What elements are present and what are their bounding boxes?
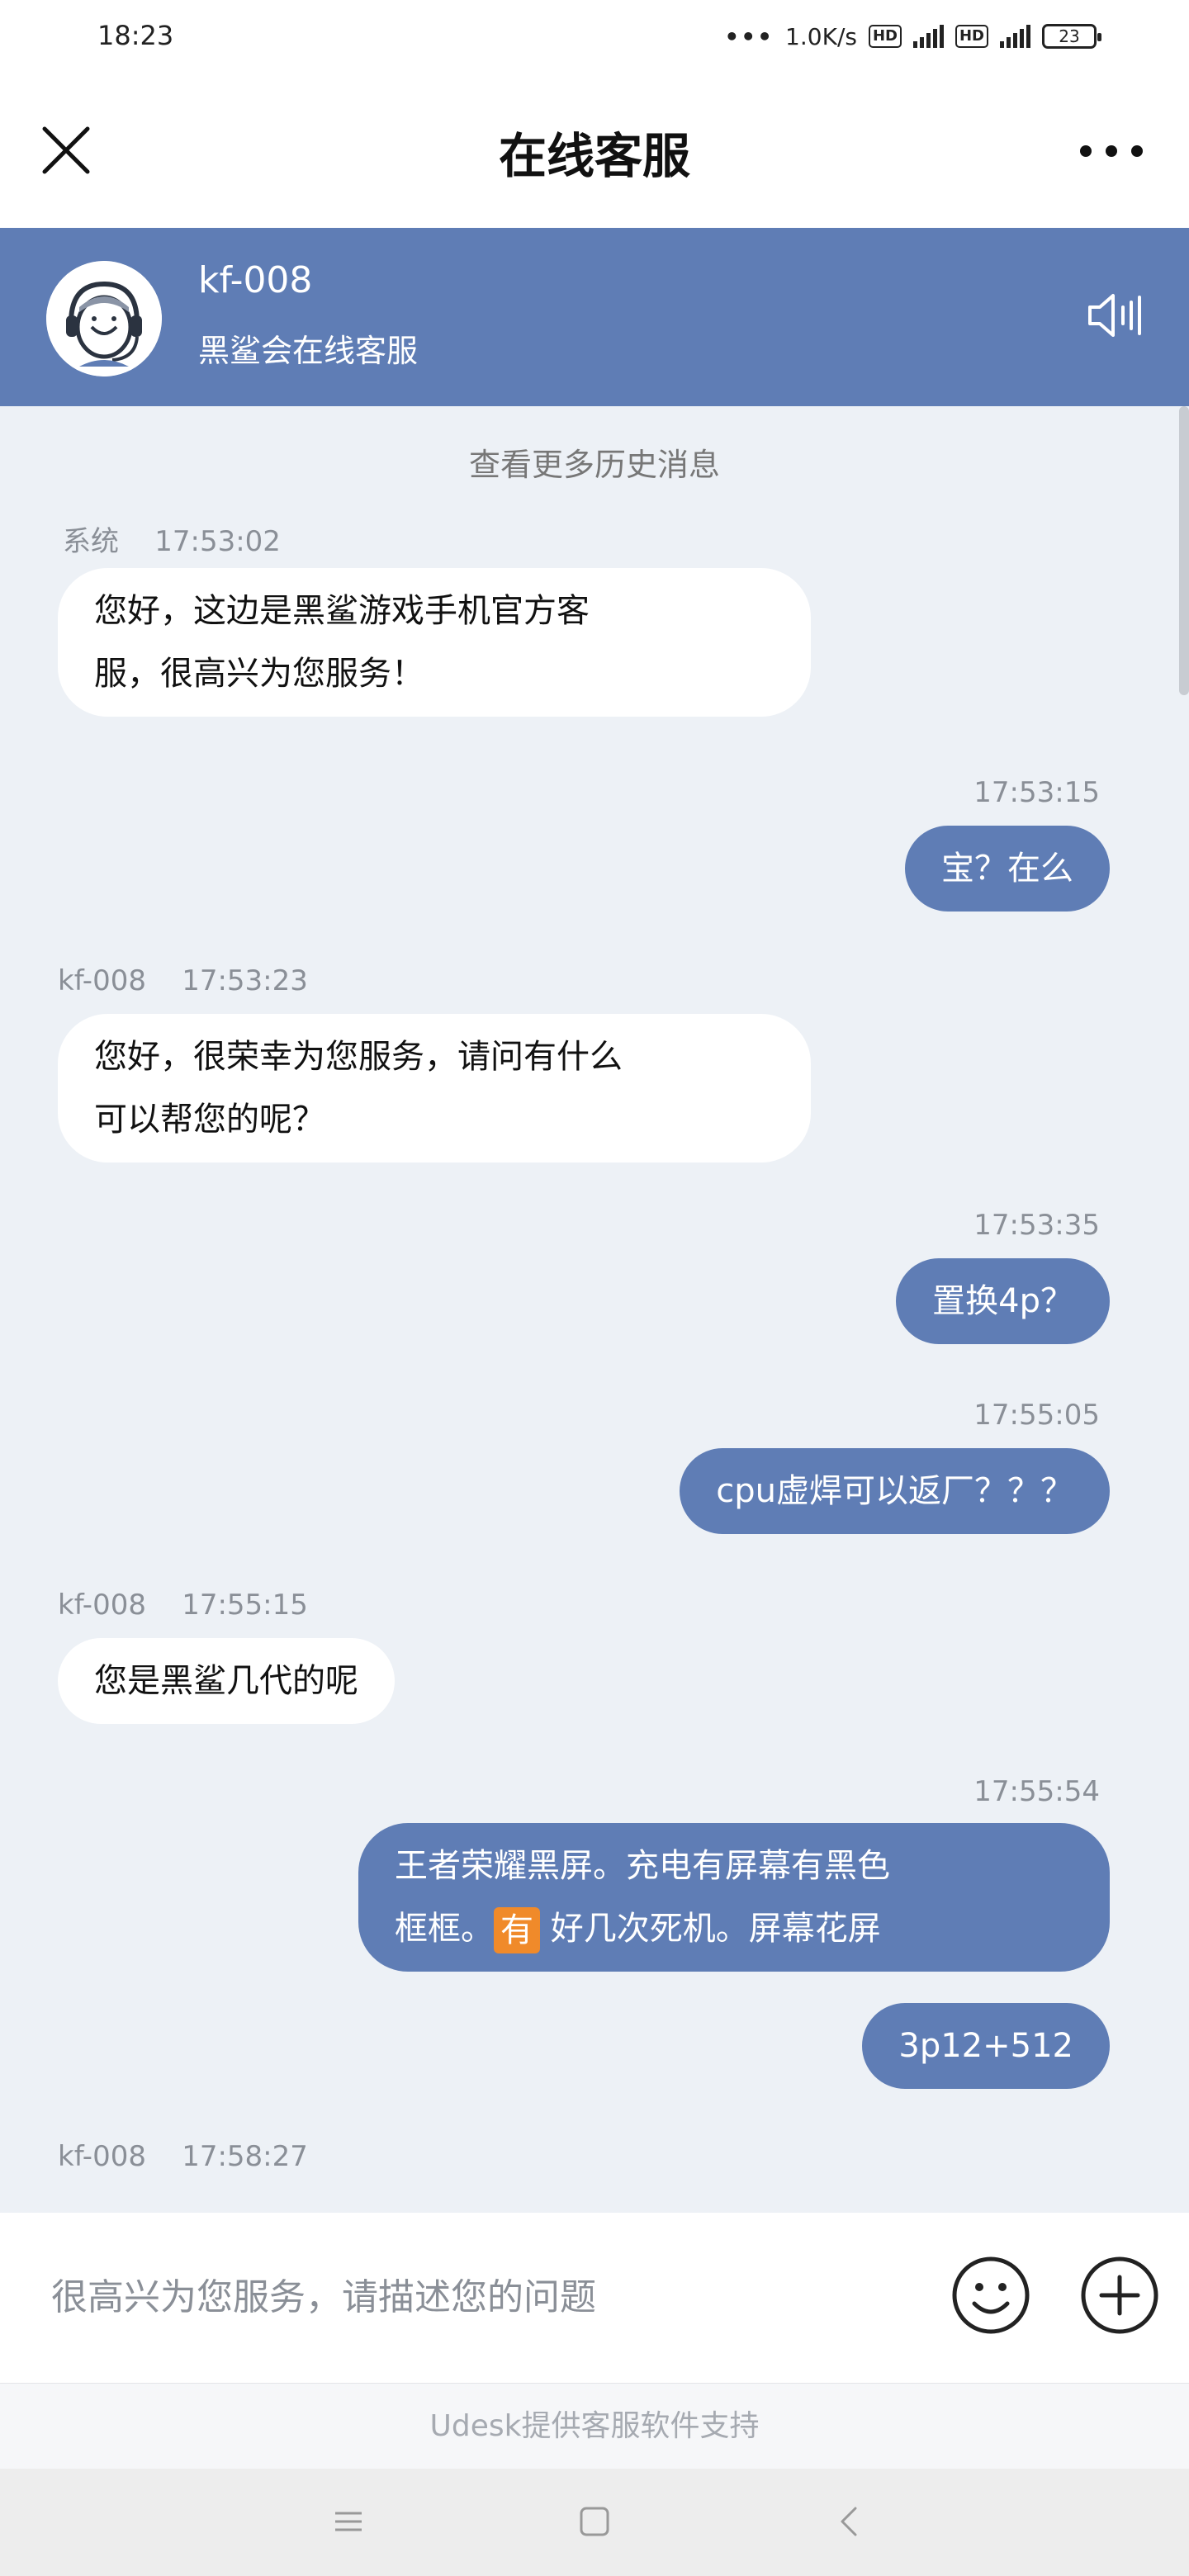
- message-sender: 系统: [63, 525, 119, 558]
- message-bubble-in: 您好，很荣幸为您服务，请问有什么 可以帮您的呢？: [58, 1014, 811, 1163]
- hd-badge-2: HD: [955, 25, 988, 48]
- hd-badge: HD: [868, 25, 902, 48]
- dots-icon: •••: [724, 22, 775, 50]
- history-link[interactable]: 查看更多历史消息: [0, 439, 1189, 485]
- plus-icon[interactable]: [1078, 2254, 1161, 2337]
- system-nav-bar: [0, 2469, 1189, 2576]
- agent-avatar: [46, 261, 162, 376]
- message-bubble-out: 置换4p？: [896, 1258, 1110, 1344]
- back-icon[interactable]: [832, 2505, 865, 2538]
- signal-icon: [912, 25, 944, 48]
- message-input[interactable]: 很高兴为您服务，请描述您的问题: [51, 2267, 596, 2320]
- message-time: 17:55:15: [182, 1589, 308, 1622]
- title-bar: 在线客服: [0, 74, 1189, 228]
- menu-icon[interactable]: [332, 2505, 365, 2538]
- message-meta: kf-008 17:55:15: [58, 1589, 308, 1622]
- status-bar: 18:23 ••• 1.0K/s HD HD 23: [0, 0, 1189, 74]
- message-time: 17:53:15: [973, 776, 1100, 809]
- smiley-icon[interactable]: [950, 2254, 1032, 2337]
- message-text: 框框。: [395, 1910, 494, 1948]
- message-line: 3p12+512: [898, 2027, 1073, 2065]
- agent-subtitle: 黑鲨会在线客服: [198, 333, 419, 369]
- message-line: 可以帮您的呢？: [94, 1101, 325, 1139]
- message-line: 框框。有 好几次死机。屏幕花屏: [395, 1897, 1073, 1960]
- battery-icon: 23: [1042, 24, 1101, 49]
- emoji-you-icon: 有: [494, 1907, 540, 1953]
- message-meta: kf-008 17:53:23: [58, 964, 308, 997]
- message-sender: kf-008: [58, 2140, 146, 2173]
- status-time: 18:23: [97, 20, 174, 51]
- message-bubble-out: cpu虚焊可以返厂？？？: [680, 1448, 1110, 1534]
- message-meta: 系统 17:53:02: [63, 519, 281, 559]
- message-time: 17:55:05: [973, 1399, 1100, 1432]
- more-icon[interactable]: [1078, 144, 1144, 159]
- message-line: 王者荣耀黑屏。充电有屏幕有黑色: [395, 1847, 890, 1885]
- message-line: 您好，很荣幸为您服务，请问有什么: [94, 1038, 623, 1076]
- signal-icon-2: [1000, 25, 1030, 48]
- message-bubble-out: 王者荣耀黑屏。充电有屏幕有黑色 框框。有 好几次死机。屏幕花屏: [358, 1823, 1110, 1972]
- input-bar: 很高兴为您服务，请描述您的问题: [0, 2213, 1189, 2383]
- message-sender: kf-008: [58, 964, 146, 997]
- message-bubble-out: 宝？在么: [905, 826, 1110, 912]
- message-bubble-out: 3p12+512: [862, 2003, 1110, 2089]
- message-time: 17:53:35: [973, 1209, 1100, 1242]
- status-indicators: ••• 1.0K/s HD HD 23: [724, 18, 1101, 54]
- message-time: 17:53:23: [182, 964, 308, 997]
- agent-header: kf-008 黑鲨会在线客服: [0, 228, 1189, 406]
- message-line: 您是黑鲨几代的呢: [94, 1662, 358, 1700]
- speaker-icon[interactable]: [1085, 286, 1144, 345]
- message-time: 17:55:54: [973, 1775, 1100, 1808]
- chat-scrollbar[interactable]: [1179, 406, 1189, 695]
- message-text: 好几次死机。屏幕花屏: [540, 1910, 881, 1948]
- message-line: 宝？在么: [941, 850, 1073, 888]
- page-title: 在线客服: [498, 128, 690, 184]
- message-line: 置换4p？: [932, 1282, 1073, 1320]
- message-sender: kf-008: [58, 1589, 146, 1622]
- message-bubble-in: 您是黑鲨几代的呢: [58, 1638, 395, 1724]
- message-time: 17:58:27: [182, 2140, 308, 2173]
- message-time: 17:53:02: [154, 525, 281, 558]
- headset-agent-icon: [46, 261, 162, 376]
- message-line: 您好，这边是黑鲨游戏手机官方客: [94, 592, 590, 630]
- net-speed: 1.0K/s: [785, 22, 857, 50]
- message-line: cpu虚焊可以返厂？？？: [716, 1472, 1073, 1510]
- agent-name: kf-008: [198, 259, 313, 301]
- chat-area[interactable]: 查看更多历史消息 系统 17:53:02 您好，这边是黑鲨游戏手机官方客 服，很…: [0, 406, 1189, 2213]
- message-bubble-in: 您好，这边是黑鲨游戏手机官方客 服，很高兴为您服务！: [58, 568, 811, 717]
- powered-by: Udesk提供客服软件支持: [0, 2383, 1189, 2469]
- message-line: 服，很高兴为您服务！: [94, 655, 424, 693]
- message-meta: kf-008 17:58:27: [58, 2140, 308, 2173]
- home-icon[interactable]: [578, 2505, 611, 2538]
